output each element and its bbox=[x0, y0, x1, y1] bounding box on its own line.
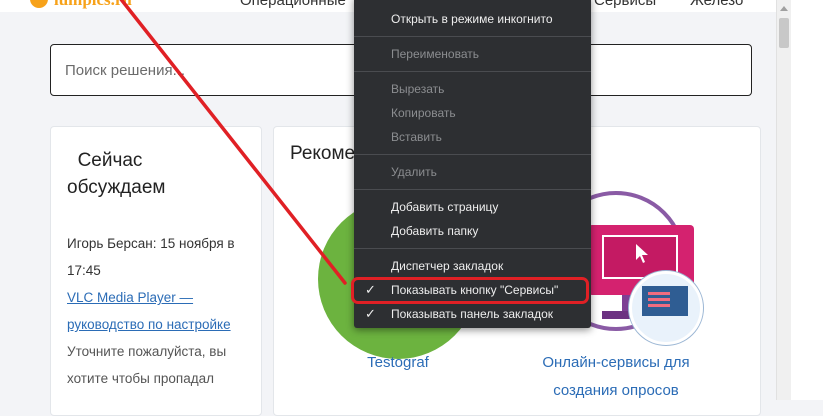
menu-item-add-page[interactable]: Добавить страницу bbox=[354, 196, 591, 218]
menu-item-add-folder[interactable]: Добавить папку bbox=[354, 220, 591, 242]
discussion-card: Сейчас обсуждаем Игорь Берсан: 15 ноября… bbox=[50, 126, 262, 416]
logo-text[interactable]: lumpics.ru bbox=[54, 0, 132, 10]
scroll-up-icon[interactable] bbox=[780, 6, 788, 11]
discussion-entry: Игорь Берсан: 15 ноября в 17:45 VLC Medi… bbox=[67, 230, 249, 392]
menu-separator bbox=[354, 71, 591, 72]
nav-item-hardware[interactable]: Железо bbox=[690, 0, 743, 11]
menu-separator bbox=[354, 36, 591, 37]
scroll-thumb[interactable] bbox=[779, 18, 789, 48]
right-gutter bbox=[791, 0, 823, 400]
menu-separator bbox=[354, 189, 591, 190]
menu-item-show-bookmarks-bar-label: Показывать панель закладок bbox=[391, 307, 554, 321]
annotation-highlight-box bbox=[351, 277, 589, 304]
menu-item-bookmark-manager[interactable]: Диспетчер закладок bbox=[354, 255, 591, 277]
menu-item-open-incognito[interactable]: Открыть в режиме инкогнито bbox=[354, 8, 591, 30]
checkmark-icon: ✓ bbox=[365, 306, 376, 321]
nav-item-services[interactable]: Сервисы bbox=[594, 0, 656, 11]
item-label-testograf[interactable]: Testograf bbox=[334, 349, 462, 377]
menu-item-show-bookmarks-bar[interactable]: ✓ Показывать панель закладок bbox=[354, 303, 591, 325]
menu-item-delete[interactable]: Удалить bbox=[354, 161, 591, 183]
discussion-title-text: Сейчас обсуждаем bbox=[67, 150, 166, 198]
menu-item-paste[interactable]: Вставить bbox=[354, 126, 591, 148]
menu-item-cut[interactable]: Вырезать bbox=[354, 78, 591, 100]
menu-item-copy[interactable]: Копировать bbox=[354, 102, 591, 124]
discussion-title: Сейчас обсуждаем bbox=[67, 147, 237, 201]
comment-article-link[interactable]: VLC Media Player — руководство по настро… bbox=[67, 284, 249, 338]
menu-item-rename[interactable]: Переименовать bbox=[354, 43, 591, 65]
comment-author-date: Игорь Берсан: 15 ноября в 17:45 bbox=[67, 236, 235, 278]
comment-text: Уточните пожалуйста, вы хотите чтобы про… bbox=[67, 344, 227, 386]
logo-icon[interactable] bbox=[30, 0, 48, 8]
menu-separator bbox=[354, 154, 591, 155]
page-scrollbar[interactable] bbox=[776, 0, 791, 400]
survey-form-icon bbox=[629, 271, 703, 345]
form-lines bbox=[648, 292, 670, 310]
cursor-icon bbox=[636, 244, 648, 263]
menu-separator bbox=[354, 248, 591, 249]
item-label-surveys[interactable]: Онлайн-сервисы для создания опросов bbox=[530, 349, 702, 405]
nav-item-os[interactable]: Операционные bbox=[240, 0, 346, 11]
